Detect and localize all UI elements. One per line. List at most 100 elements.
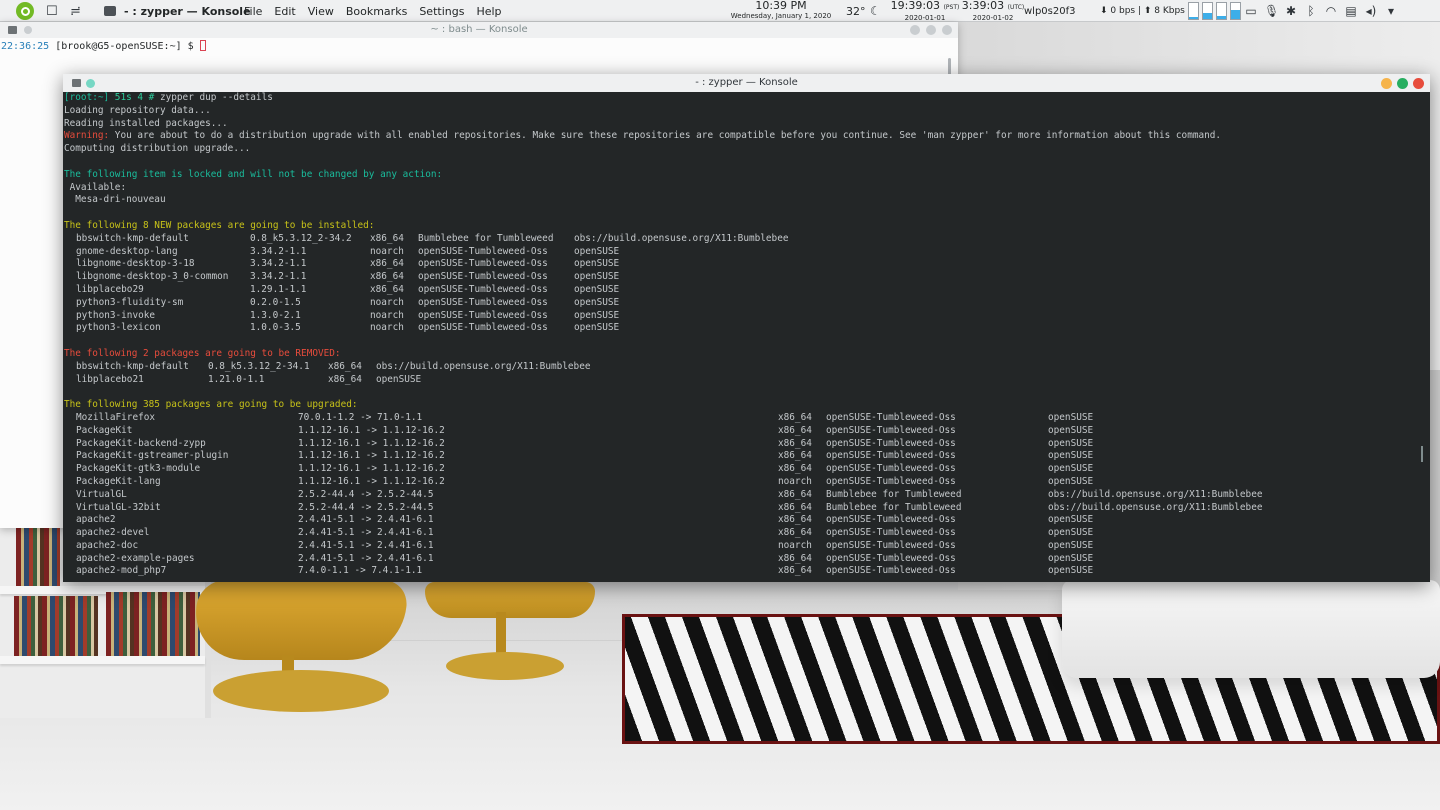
wallpaper-books <box>106 592 200 656</box>
package-version: 3.34.2-1.1 <box>250 245 307 257</box>
swap-graph-fill <box>1217 15 1226 19</box>
active-window-title[interactable]: - : zypper — Konsole <box>104 0 251 22</box>
bash-window-titlebar[interactable]: ~ : bash — Konsole <box>0 22 958 38</box>
activities-icon[interactable]: ≓ <box>70 0 81 22</box>
microphone-icon[interactable]: 🎙 <box>1264 4 1279 18</box>
package-repo: openSUSE-Tumbleweed-Oss <box>826 424 956 436</box>
package-name: libplacebo29 <box>76 283 144 295</box>
zypper-window-titlebar[interactable]: - : zypper — Konsole <box>63 74 1430 92</box>
package-repo: openSUSE-Tumbleweed-Oss <box>826 437 956 449</box>
application-launcher-icon[interactable] <box>16 2 34 20</box>
menu-help[interactable]: Help <box>470 5 507 18</box>
package-repo: openSUSE-Tumbleweed-Oss <box>826 539 956 551</box>
bluetooth-icon[interactable]: ᛒ <box>1304 4 1318 18</box>
output-line: Reading installed packages... <box>64 117 228 129</box>
memory-graph <box>1202 2 1213 20</box>
zypper-terminal-output[interactable]: [root:~] 51s 4 # zypper dup --details Lo… <box>64 92 1419 582</box>
package-name: apache2 <box>76 514 116 526</box>
package-row: PackageKit-gtk3-module 1.1.12-16.1 -> 1.1… <box>64 463 1419 476</box>
scrollbar-handle[interactable] <box>1421 446 1423 462</box>
package-row: python3-fluidity-sm 0.2.0-1.5 noarch openSU… <box>64 297 1419 310</box>
clipboard-icon[interactable]: ▤ <box>1344 4 1358 18</box>
package-name: libplacebo21 <box>76 373 144 385</box>
package-name: python3-invoke <box>76 309 156 321</box>
pin-button[interactable] <box>24 26 32 34</box>
local-clock[interactable]: 10:39 PM Wednesday, January 1, 2020 <box>722 0 840 22</box>
launcher-ring <box>20 6 30 16</box>
pin-button[interactable] <box>86 79 95 88</box>
menu-file[interactable]: File <box>238 5 268 18</box>
package-name: PackageKit <box>76 424 133 436</box>
battery-icon[interactable]: ▭ <box>1244 4 1258 18</box>
package-name: PackageKit-lang <box>76 475 161 487</box>
menu-bookmarks[interactable]: Bookmarks <box>340 5 413 18</box>
warning-text: You are about to do a distribution upgra… <box>109 130 1222 142</box>
utc-clock[interactable]: 3:39:03 (UTC) 2020-01-02 <box>958 0 1028 22</box>
pst-clock-tz: (PST) <box>943 4 960 11</box>
network-interface-label[interactable]: wlp0s20f3 <box>1024 0 1075 22</box>
wallpaper-books <box>14 596 98 656</box>
package-arch: x86_64 <box>370 283 404 295</box>
package-arch: x86_64 <box>778 527 812 539</box>
system-monitor-graphs[interactable] <box>1188 2 1241 20</box>
bash-window-title: ~ : bash — Konsole <box>430 24 528 35</box>
expand-icon[interactable]: ▾ <box>1384 4 1398 18</box>
prompt-text: [brook@G5-openSUSE:~] $ <box>49 41 200 52</box>
package-name: bbswitch-kmp-default <box>76 232 189 244</box>
wallpaper-sofa <box>1062 580 1440 678</box>
network-speed[interactable]: ⬇ 0 bps | ⬆ 8 Kbps <box>1100 0 1185 22</box>
package-row: apache2-example-pages 2.4.41-5.1 -> 2.4.4… <box>64 553 1419 566</box>
wifi-icon[interactable]: ◠ <box>1324 4 1338 18</box>
package-repo: openSUSE-Tumbleweed-Oss <box>418 283 548 295</box>
minimize-button[interactable] <box>910 25 920 35</box>
close-button[interactable] <box>942 25 952 35</box>
wallpaper-shelf-board <box>0 656 205 664</box>
weather-icon[interactable]: ☾ <box>870 0 881 22</box>
utc-clock-tz: (UTC) <box>1007 4 1025 11</box>
konsole-icon <box>8 26 17 34</box>
package-repo: openSUSE-Tumbleweed-Oss <box>826 552 956 564</box>
removed-packages-list: bbswitch-kmp-default 0.8_k5.3.12_2-34.1 x8… <box>64 361 1419 387</box>
package-row: PackageKit-backend-zypp 1.1.12-16.1 -> 1.… <box>64 438 1419 451</box>
pst-clock[interactable]: 19:39:03 (PST) 2020-01-01 <box>888 0 962 22</box>
package-name: libgnome-desktop-3-18 <box>76 258 195 270</box>
package-vendor: openSUSE <box>1048 437 1094 449</box>
package-row: bbswitch-kmp-default 0.8_k5.3.12_2-34.2 x8… <box>64 233 1419 246</box>
cpu-graph <box>1188 2 1199 20</box>
package-version: 2.5.2-44.4 -> 2.5.2-44.5 <box>298 488 434 500</box>
package-repo: openSUSE-Tumbleweed-Oss <box>418 258 548 270</box>
package-row: gnome-desktop-lang 3.34.2-1.1 noarch openSU… <box>64 246 1419 259</box>
package-version: 2.4.41-5.1 -> 2.4.41-6.1 <box>298 514 434 526</box>
package-repo: openSUSE-Tumbleweed-Oss <box>418 296 548 308</box>
konsole-icon <box>104 6 116 16</box>
settings-icon[interactable]: ✱ <box>1284 4 1298 18</box>
menu-edit[interactable]: Edit <box>268 5 301 18</box>
pager-icon[interactable]: ☐ <box>46 0 58 22</box>
warning-line: Warning: You are about to do a distribut… <box>64 130 1419 143</box>
maximize-button[interactable] <box>1397 78 1408 89</box>
command-line: [root:~] 51s 4 # zypper dup --details <box>64 92 1419 105</box>
package-repo: openSUSE-Tumbleweed-Oss <box>826 514 956 526</box>
package-name: MozillaFirefox <box>76 411 156 423</box>
wallpaper-chair-base <box>213 670 389 712</box>
package-vendor: openSUSE <box>1048 411 1094 423</box>
close-button[interactable] <box>1413 78 1424 89</box>
zypper-konsole-window[interactable]: - : zypper — Konsole [root:~] 51s 4 # zy… <box>63 74 1430 582</box>
package-version: 70.0.1-1.2 -> 71.0-1.1 <box>298 411 423 423</box>
package-repo: openSUSE-Tumbleweed-Oss <box>418 245 548 257</box>
cpu-graph-fill <box>1189 17 1198 19</box>
menu-view[interactable]: View <box>302 5 340 18</box>
system-tray: ▭ 🎙 ✱ ᛒ ◠ ▤ ◂) ▾ <box>1244 0 1398 22</box>
minimize-button[interactable] <box>1381 78 1392 89</box>
package-vendor: openSUSE <box>1048 539 1094 551</box>
volume-icon[interactable]: ◂) <box>1364 4 1378 18</box>
package-vendor: openSUSE <box>1048 552 1094 564</box>
package-version: 2.4.41-5.1 -> 2.4.41-6.1 <box>298 539 434 551</box>
package-name: apache2-example-pages <box>76 552 195 564</box>
package-arch: x86_64 <box>778 565 812 577</box>
weather-temperature[interactable]: 32° <box>846 0 866 22</box>
menu-settings[interactable]: Settings <box>413 5 470 18</box>
maximize-button[interactable] <box>926 25 936 35</box>
package-arch: x86_64 <box>778 450 812 462</box>
package-row: libgnome-desktop-3-18 3.34.2-1.1 x86_64 ope… <box>64 258 1419 271</box>
